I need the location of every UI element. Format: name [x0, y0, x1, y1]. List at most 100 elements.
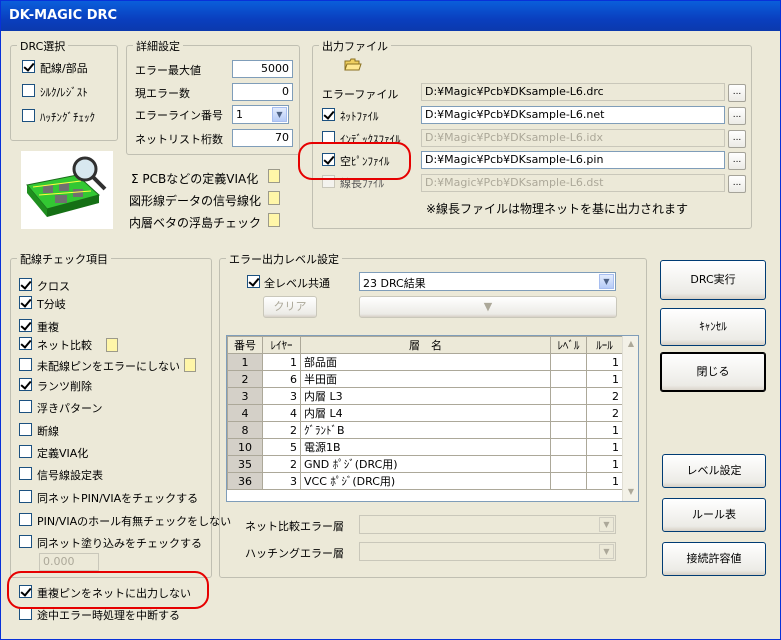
level-dropdown-button[interactable]: ▼ — [359, 296, 617, 318]
row-level — [550, 421, 587, 439]
drc-hatching-checkbox[interactable] — [22, 109, 35, 122]
col-layer-name: 層 名 — [300, 336, 551, 354]
inner-island-button[interactable] — [268, 213, 280, 227]
chevron-down-icon[interactable]: ▼ — [599, 274, 614, 289]
netlist-digits-label: ネットリスト桁数 — [135, 133, 223, 146]
error-line-select[interactable]: 1 ▼ — [232, 105, 289, 124]
table-row[interactable]: 4 4 内層 L4 2 — [227, 404, 623, 422]
empty-pin-file-input[interactable]: D:¥Magic¥Pcb¥DKsample-L6.pin — [421, 151, 725, 169]
check-cross-label: クロス — [37, 280, 70, 293]
all-level-common-checkbox[interactable] — [247, 275, 260, 288]
unrouted-pin-option-button[interactable] — [184, 358, 196, 372]
table-row[interactable]: 2 6 半田面 1 — [227, 370, 623, 388]
line-length-file-browse-button[interactable]: ... — [728, 175, 746, 193]
check-cross-checkbox[interactable] — [19, 278, 32, 291]
net-file-input[interactable]: D:¥Magic¥Pcb¥DKsample-L6.net — [421, 106, 725, 124]
net-compare-layer-label: ネット比較エラー層 — [245, 520, 344, 533]
close-button[interactable]: 閉じる — [660, 352, 766, 392]
netlist-digits-input[interactable]: 70 — [232, 129, 293, 147]
drc-silk-checkbox[interactable] — [22, 84, 35, 97]
row-rule: 1 — [586, 438, 623, 456]
max-error-input[interactable]: 5000 — [232, 60, 293, 78]
chevron-down-icon[interactable]: ▼ — [599, 544, 614, 559]
check-net-compare-label: ネット比較 — [37, 339, 92, 352]
fill-value-input[interactable]: 0.000 — [39, 553, 99, 571]
error-level-legend: エラー出力レベル設定 — [226, 251, 342, 267]
check-net-compare-checkbox[interactable] — [19, 337, 32, 350]
line-length-file-input[interactable]: D:¥Magic¥Pcb¥DKsample-L6.dst — [421, 174, 725, 192]
net-compare-option-button[interactable] — [106, 338, 118, 352]
folder-open-icon[interactable] — [344, 58, 362, 72]
check-unrouted-pin-checkbox[interactable] — [19, 358, 32, 371]
current-error-input[interactable]: 0 — [232, 83, 293, 101]
check-hole-checkbox[interactable] — [19, 513, 32, 526]
highlight-empty-pin-oval — [298, 142, 411, 180]
cancel-label: ｷｬﾝｾﾙ — [699, 320, 727, 333]
rule-table-button[interactable]: ルール表 — [662, 498, 766, 532]
scroll-up-icon[interactable]: ▲ — [624, 337, 638, 351]
scroll-down-icon[interactable]: ▼ — [624, 485, 638, 499]
check-lands-delete-checkbox[interactable] — [19, 378, 32, 391]
clear-button[interactable]: クリア — [263, 296, 317, 318]
row-number: 35 — [227, 455, 263, 473]
col-level: ﾚﾍﾞﾙ — [550, 336, 587, 354]
shape-signal-button[interactable] — [268, 191, 280, 205]
max-error-label: エラー最大値 — [135, 64, 201, 77]
net-file-browse-button[interactable]: ... — [728, 107, 746, 125]
row-layer-name: 電源1B — [300, 438, 551, 456]
chevron-down-icon[interactable]: ▼ — [599, 517, 614, 532]
check-t-branch-checkbox[interactable] — [19, 296, 32, 309]
level-setting-label: レベル設定 — [686, 464, 742, 477]
table-row[interactable]: 10 5 電源1B 1 — [227, 438, 623, 456]
row-layer: 6 — [262, 370, 301, 388]
table-row[interactable]: 1 1 部品面 1 — [227, 353, 623, 371]
row-number: 10 — [227, 438, 263, 456]
close-label: 閉じる — [696, 365, 730, 378]
row-number: 36 — [227, 472, 263, 490]
col-rule: ﾙｰﾙ — [586, 336, 623, 354]
level-select[interactable]: 23 DRC結果 ▼ — [359, 272, 616, 291]
check-signal-table-checkbox[interactable] — [19, 467, 32, 480]
row-layer-name: 内層 L4 — [300, 404, 551, 422]
check-floating-pattern-checkbox[interactable] — [19, 400, 32, 413]
check-define-via-checkbox[interactable] — [19, 445, 32, 458]
detail-legend: 詳細設定 — [133, 38, 183, 54]
row-number: 8 — [227, 421, 263, 439]
chevron-down-icon[interactable]: ▼ — [272, 107, 287, 122]
index-file-browse-button[interactable]: ... — [728, 130, 746, 148]
table-scrollbar[interactable]: ▲ ▼ — [622, 336, 638, 501]
table-row[interactable]: 35 2 GND ﾎﾟｼﾞ(DRC用) 1 — [227, 455, 623, 473]
window-title: DK-MAGIC DRC — [9, 8, 118, 23]
row-rule: 1 — [586, 455, 623, 473]
cancel-button[interactable]: ｷｬﾝｾﾙ — [660, 308, 766, 346]
table-row[interactable]: 3 3 内層 L3 2 — [227, 387, 623, 405]
wiring-check-legend: 配線チェック項目 — [17, 251, 111, 267]
level-setting-button[interactable]: レベル設定 — [662, 454, 766, 488]
row-layer-name: 部品面 — [300, 353, 551, 371]
row-layer: 5 — [262, 438, 301, 456]
row-rule: 1 — [586, 421, 623, 439]
drc-wiring-checkbox[interactable] — [22, 60, 35, 73]
run-drc-button[interactable]: DRC実行 — [660, 260, 766, 300]
error-line-value: 1 — [236, 108, 243, 121]
net-file-checkbox[interactable] — [322, 108, 335, 121]
error-file-browse-button[interactable]: ... — [728, 84, 746, 102]
hatching-layer-select[interactable]: ▼ — [359, 542, 616, 561]
row-layer-name: 内層 L3 — [300, 387, 551, 405]
table-row[interactable]: 36 3 VCC ﾎﾟｼﾞ(DRC用) 1 — [227, 472, 623, 490]
row-number: 4 — [227, 404, 263, 422]
net-compare-layer-select[interactable]: ▼ — [359, 515, 616, 534]
title-bar[interactable]: DK-MAGIC DRC — [1, 1, 780, 31]
via-def-button[interactable] — [268, 169, 280, 183]
index-file-input[interactable]: D:¥Magic¥Pcb¥DKsample-L6.idx — [421, 129, 725, 147]
table-row[interactable]: 8 2 ｸﾞﾗﾝﾄﾞB 1 — [227, 421, 623, 439]
error-file-input[interactable]: D:¥Magic¥Pcb¥DKsample-L6.drc — [421, 83, 725, 101]
empty-pin-file-browse-button[interactable]: ... — [728, 152, 746, 170]
check-same-net-pin-checkbox[interactable] — [19, 490, 32, 503]
check-same-net-fill-checkbox[interactable] — [19, 535, 32, 548]
connection-tolerance-button[interactable]: 接続許容値 — [662, 542, 766, 576]
check-duplicate-checkbox[interactable] — [19, 319, 32, 332]
row-layer-name: ｸﾞﾗﾝﾄﾞB — [300, 421, 551, 439]
hatching-layer-label: ハッチングエラー層 — [245, 547, 344, 560]
check-disconnect-checkbox[interactable] — [19, 423, 32, 436]
